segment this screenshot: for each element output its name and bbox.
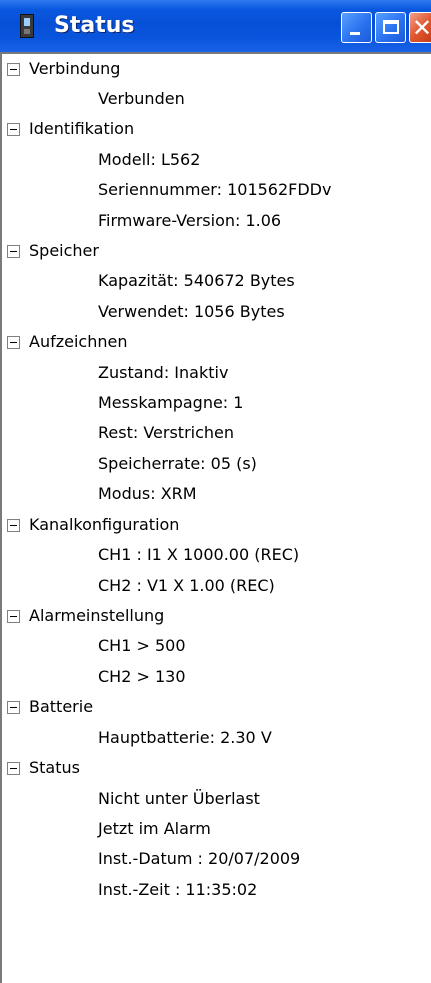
tree-leaf: Kapazität: 540672 Bytes xyxy=(98,271,295,290)
close-button[interactable]: ✕ xyxy=(409,12,431,43)
collapse-icon[interactable] xyxy=(7,610,20,623)
collapse-icon[interactable] xyxy=(7,123,20,136)
tree-leaf: Nicht unter Überlast xyxy=(98,789,260,808)
collapse-icon[interactable] xyxy=(7,701,20,714)
close-icon: ✕ xyxy=(412,14,431,42)
tree-node-label: Identifikation xyxy=(29,119,135,138)
status-window: Status ✕ Verbindung Verbunden Identifika… xyxy=(0,0,431,983)
minimize-button[interactable] xyxy=(341,12,372,43)
tree-leaf: Speicherrate: 05 (s) xyxy=(98,454,257,473)
tree-leaf: Zustand: Inaktiv xyxy=(98,363,229,382)
collapse-icon[interactable] xyxy=(7,762,20,775)
collapse-icon[interactable] xyxy=(7,63,20,76)
tree-node-label: Alarmeinstellung xyxy=(29,606,165,625)
tree-leaf: Rest: Verstrichen xyxy=(98,423,235,442)
tree-leaf: Messkampagne: 1 xyxy=(98,393,244,412)
tree-leaf: CH1 > 500 xyxy=(98,636,186,655)
collapse-icon[interactable] xyxy=(7,336,20,349)
maximize-icon xyxy=(383,20,399,34)
status-tree[interactable]: Verbindung Verbunden Identifikation Mode… xyxy=(0,52,431,983)
tree-leaf: Modell: L562 xyxy=(98,150,201,169)
tree-leaf: Inst.-Zeit : 11:35:02 xyxy=(98,880,258,899)
tree-leaf: Seriennummer: 101562FDDv xyxy=(98,180,332,199)
tree-leaf: Inst.-Datum : 20/07/2009 xyxy=(98,849,301,868)
tree-node-label: Kanalkonfiguration xyxy=(29,515,180,534)
tree-leaf: Hauptbatterie: 2.30 V xyxy=(98,728,272,747)
minimize-icon xyxy=(350,32,360,35)
device-icon[interactable] xyxy=(20,14,34,38)
tree-leaf: Verwendet: 1056 Bytes xyxy=(98,302,285,321)
tree-node-label: Aufzeichnen xyxy=(29,332,128,351)
window-title: Status xyxy=(54,13,135,38)
tree-leaf: CH1 : I1 X 1000.00 (REC) xyxy=(98,545,300,564)
tree-leaf: CH2 : V1 X 1.00 (REC) xyxy=(98,576,275,595)
tree-leaf: Firmware-Version: 1.06 xyxy=(98,211,282,230)
tree-leaf: Modus: XRM xyxy=(98,484,197,503)
tree-leaf: CH2 > 130 xyxy=(98,667,186,686)
maximize-button[interactable] xyxy=(375,12,406,43)
tree-node-label: Batterie xyxy=(29,697,94,716)
title-bar[interactable]: Status ✕ xyxy=(0,0,431,52)
tree-node-label: Verbindung xyxy=(29,59,121,78)
collapse-icon[interactable] xyxy=(7,245,20,258)
tree-node-label: Status xyxy=(29,758,80,777)
collapse-icon[interactable] xyxy=(7,519,20,532)
tree-node-label: Speicher xyxy=(29,241,99,260)
tree-leaf: Verbunden xyxy=(98,89,185,108)
tree-leaf: Jetzt im Alarm xyxy=(98,819,211,838)
